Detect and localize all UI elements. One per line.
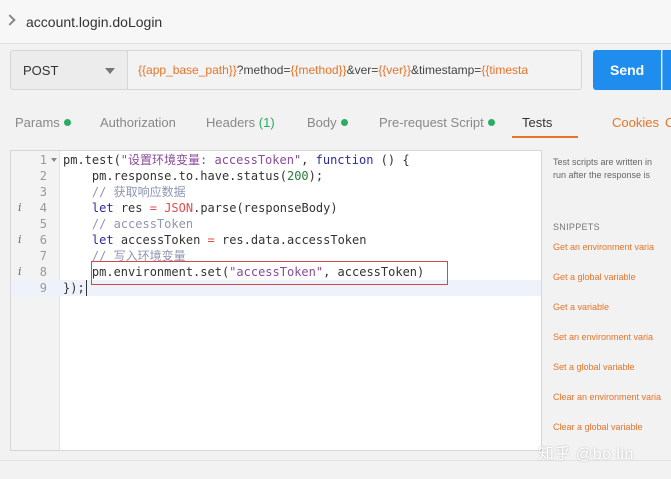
tab-params[interactable]: Params [15, 115, 71, 130]
snippet-link[interactable]: Clear a global variable [553, 422, 643, 432]
tab-label: Authorization [100, 115, 176, 130]
code-line: let res = JSON.parse(responseBody) [91, 201, 338, 215]
url-variable: {{app_base_path}} [138, 63, 237, 77]
snippet-link[interactable]: Set an environment varia [553, 332, 653, 342]
url-input[interactable]: {{app_base_path}}?method={{method}}&ver=… [127, 50, 582, 90]
snippet-link[interactable]: Clear an environment varia [553, 392, 661, 402]
info-icon[interactable]: i [18, 264, 22, 280]
tests-description: Test scripts are written in run after th… [553, 157, 653, 180]
tab-label: Pre-request Script [379, 115, 484, 130]
info-icon[interactable]: i [18, 232, 22, 248]
highlight-annotation-box [91, 261, 448, 285]
status-dot-icon [340, 119, 348, 126]
fold-arrow-icon[interactable] [51, 158, 57, 162]
tab-authorization[interactable]: Authorization [100, 115, 176, 130]
method-value: POST [23, 63, 59, 78]
line-number: i6 [18, 232, 47, 248]
request-title-bar: account.login.doLogin [0, 0, 671, 44]
text-cursor [86, 280, 87, 296]
send-button[interactable]: Send [593, 50, 661, 90]
request-tabs: Params Authorization Headers (1) Body Pr… [0, 100, 671, 146]
tab-tests[interactable]: Tests [522, 115, 552, 130]
tests-code-editor[interactable]: 1 2 3 i4 5 i6 7 i8 9 pm.test("设置环境变量: ac… [10, 150, 542, 451]
url-variable: {{ver}} [378, 63, 411, 77]
caret-down-icon [105, 68, 115, 74]
clipped-link-text: C [665, 115, 671, 130]
method-select[interactable]: POST [10, 50, 127, 90]
url-fragment: &timestamp= [410, 63, 482, 77]
active-tab-indicator [512, 136, 578, 138]
code-comment: // accessToken [63, 217, 194, 231]
tab-pre-request-script[interactable]: Pre-request Script [379, 115, 495, 130]
url-fragment: ?method= [236, 63, 291, 77]
tab-label: Tests [522, 115, 553, 130]
request-name[interactable]: account.login.doLogin [26, 14, 162, 30]
tab-label: Params [15, 115, 60, 130]
info-icon[interactable]: i [18, 200, 22, 216]
line-number: 5 [39, 217, 47, 231]
cookies-link[interactable]: Cookies [612, 115, 659, 130]
code-line: let accessToken = res.data.accessToken [91, 233, 367, 247]
watermark: 知乎 @bo lin [538, 446, 634, 463]
snippets-heading: SNIPPETS [553, 222, 600, 232]
url-variable: {{method}} [290, 63, 347, 77]
tab-label: Headers [206, 115, 256, 130]
url-variable: {{timesta [481, 63, 529, 77]
line-number: 1 [11, 152, 60, 168]
url-text: {{app_base_path}}?method={{method}}&ver=… [138, 63, 528, 77]
tab-count: (1) [258, 115, 275, 130]
line-number: 3 [39, 185, 47, 199]
status-dot-icon [487, 119, 495, 126]
line-number: i8 [18, 264, 47, 280]
line-number: 7 [39, 249, 47, 263]
code-line: pm.response.to.have.status(200); [63, 169, 324, 183]
tab-label: Body [307, 115, 337, 130]
url-fragment: &ver= [346, 63, 379, 77]
code-line: pm.test("设置环境变量: accessToken", function … [63, 153, 410, 167]
snippet-link[interactable]: Set a global variable [553, 362, 635, 372]
tab-body[interactable]: Body [307, 115, 348, 130]
snippet-link[interactable]: Get a variable [553, 302, 609, 312]
status-dot-icon [63, 119, 71, 126]
code-line: }); [63, 281, 85, 295]
chevron-right-icon[interactable] [4, 14, 16, 26]
line-number: i4 [18, 200, 47, 216]
snippet-link[interactable]: Get an environment varia [553, 242, 654, 252]
tab-headers[interactable]: Headers (1) [206, 115, 275, 130]
snippet-link[interactable]: Get a global variable [553, 272, 636, 282]
send-label: Send [610, 62, 645, 78]
code-comment: // 获取响应数据 [63, 185, 186, 199]
line-number: 9 [39, 281, 47, 295]
send-options-button[interactable] [662, 50, 671, 90]
line-number: 2 [39, 169, 47, 183]
